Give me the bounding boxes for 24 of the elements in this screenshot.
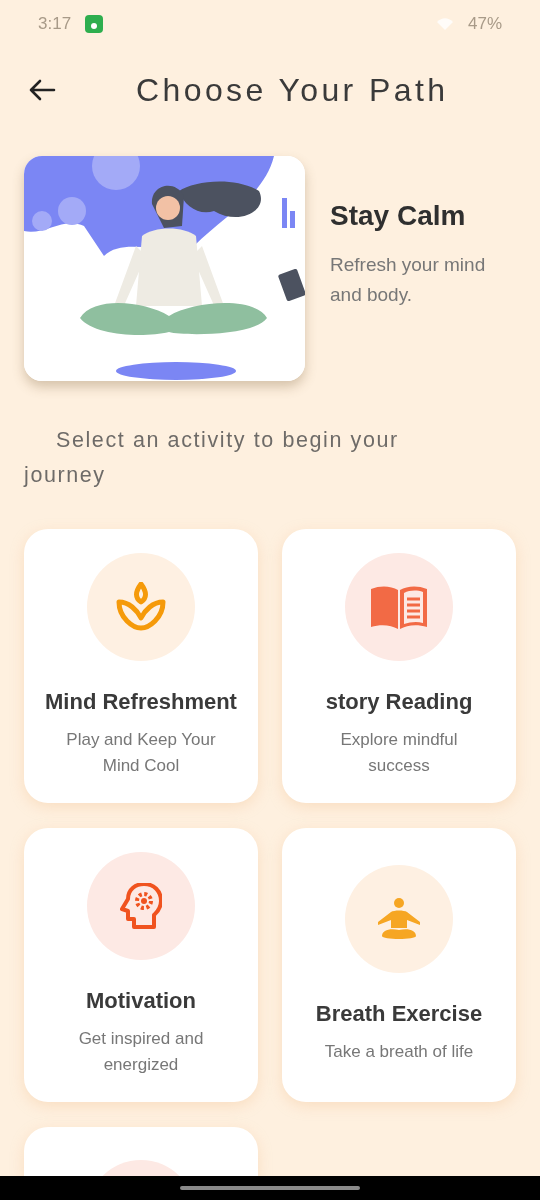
- yoga-icon: [376, 898, 422, 940]
- home-indicator[interactable]: [180, 1186, 360, 1190]
- activity-card[interactable]: Breath Exercise Take a breath of life: [282, 828, 516, 1102]
- card-title: Motivation: [86, 988, 196, 1014]
- card-title: story Reading: [325, 689, 473, 715]
- section-prompt: Select an activity to begin your journey: [24, 427, 400, 489]
- book-icon: [371, 585, 427, 629]
- card-description: Get inspired and energized: [77, 1028, 205, 1076]
- card-description: Explore mindful success: [339, 729, 459, 777]
- app-icon: [85, 15, 104, 33]
- activity-card[interactable]: Mind Refreshment Play and Keep Your Mind Cool: [24, 529, 258, 803]
- lotus-icon: [115, 582, 167, 632]
- card-description: Play and Keep Your Mind Cool: [65, 729, 217, 777]
- battery-level: 47%: [467, 14, 502, 34]
- card-title: Mind Refreshment: [45, 689, 237, 715]
- hero-subtitle: Refresh your mind and body.: [330, 253, 487, 307]
- head-gear-icon: [120, 883, 162, 929]
- activity-card[interactable]: Motivation Get inspired and energized: [24, 828, 258, 1102]
- card-description: Take a breath of life: [324, 1041, 474, 1063]
- page-title: Choose Your Path: [136, 71, 449, 109]
- activity-card[interactable]: story Reading Explore mindful success: [282, 529, 516, 803]
- status-time: 3:17: [38, 14, 72, 34]
- card-title: Breath Exercise: [315, 1001, 483, 1027]
- hero-title: Stay Calm: [330, 200, 467, 232]
